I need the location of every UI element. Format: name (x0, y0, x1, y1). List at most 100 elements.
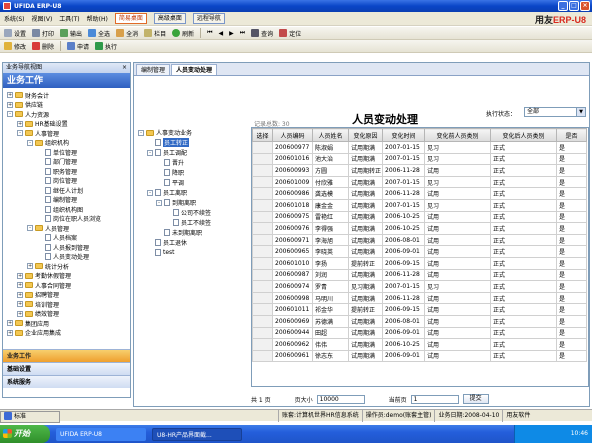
expand-icon[interactable]: + (27, 263, 33, 269)
table-row[interactable]: 200600975 雷艳红 试用期满 2006-10-25 试用 正式是 (252, 210, 587, 224)
collapse-icon[interactable]: - (27, 139, 33, 146)
menu-view[interactable]: 视图(V) (32, 14, 53, 23)
expand-icon[interactable]: + (7, 101, 13, 108)
nav-tree-item[interactable]: + HR基础设置 (17, 120, 68, 128)
nav-tree-item[interactable]: + 绩效管理 (17, 310, 59, 318)
apply-button[interactable]: 申请 (67, 42, 89, 51)
expand-icon[interactable]: + (17, 301, 23, 307)
delete-button[interactable]: 删除 (32, 42, 54, 51)
select-cell[interactable] (252, 303, 273, 316)
maximize-button[interactable]: □ (569, 1, 579, 11)
nav-tree-item[interactable]: 人员档案 (37, 234, 77, 242)
deselect-all-button[interactable]: 全消 (116, 29, 138, 38)
table-row[interactable]: 200600962 伟伟 试用期满 2006-10-25 试用 正式是 (252, 338, 587, 351)
execute-button[interactable]: 执行 (95, 42, 117, 51)
expand-icon[interactable]: + (17, 282, 23, 288)
nav-tree-item[interactable]: 继任人计划 (37, 186, 83, 195)
select-cell[interactable] (252, 233, 273, 247)
table-row[interactable]: 200600987 刘润 试用期满 2006-11-28 试用 正式是 (252, 268, 587, 282)
nav-section-system-service[interactable]: 系统服务 (3, 375, 130, 388)
column-header[interactable]: 是否 (556, 128, 587, 142)
nav-tree-item[interactable]: + 考勤休假管理 (17, 272, 71, 280)
nav-tree-item[interactable]: 组织机构图 (37, 205, 83, 214)
column-header[interactable]: 变化时间 (382, 128, 425, 142)
select-cell[interactable] (252, 326, 273, 340)
table-row[interactable]: 200600974 罗青 见习期满 2007-01-15 见习 正式是 (252, 280, 587, 293)
nav-section-basic-settings[interactable]: 基础设置 (3, 362, 130, 375)
table-row[interactable]: 200600944 田超 试用期满 2006-09-01 试用 正式是 (252, 326, 587, 340)
nav-tree-item[interactable]: + 招聘管理 (17, 291, 59, 299)
table-row[interactable]: 200600969 苏德满 试用期满 2006-08-01 试用 正式是 (252, 314, 587, 328)
change-type-item[interactable]: 员工退休 (147, 238, 187, 247)
minimize-button[interactable]: _ (558, 1, 568, 11)
nav-tree-item[interactable]: + 培训管理 (17, 300, 59, 309)
column-header[interactable]: 变化后人员类别 (490, 128, 557, 142)
column-header[interactable]: 变化前人员类别 (424, 128, 491, 142)
select-cell[interactable] (252, 349, 273, 363)
nav-tree-item[interactable]: + 人事合同管理 (17, 281, 71, 290)
select-cell[interactable] (252, 222, 273, 235)
select-cell[interactable] (252, 268, 273, 282)
menu-system[interactable]: 系统(S) (4, 14, 25, 23)
columns-button[interactable]: 栏目 (144, 29, 166, 38)
change-type-item[interactable]: 平调 (156, 178, 184, 187)
select-cell[interactable] (252, 198, 273, 212)
change-type-item[interactable]: - 人事变动业务 (138, 128, 192, 137)
nav-tree-item[interactable]: + 供应链 (7, 101, 43, 109)
nav-tree-item[interactable]: 岗位在职人员浏览 (37, 215, 101, 223)
query-button[interactable]: 查询 (251, 29, 273, 38)
nav-tree-item[interactable]: - 组织机构 (27, 139, 69, 147)
table-row[interactable]: 200600977 陈淑娟 试用期满 2007-01-15 见习 正式是 (252, 141, 587, 154)
collapse-icon[interactable]: - (7, 111, 13, 117)
select-cell[interactable] (252, 210, 273, 224)
nav-last-button[interactable]: ⏭ (240, 29, 245, 37)
taskbar-item-erp[interactable]: UFIDA ERP-U8 (56, 427, 146, 441)
expand-icon[interactable]: + (7, 320, 13, 326)
select-cell[interactable] (252, 141, 273, 154)
column-header[interactable]: 人员编码 (272, 128, 313, 142)
nav-tree-item[interactable]: + 企业应用集成 (7, 329, 61, 337)
ime-bar[interactable]: 标准 (0, 411, 60, 423)
select-cell[interactable] (252, 291, 273, 305)
exec-status-select[interactable]: 全部 ▼ (524, 107, 586, 117)
refresh-button[interactable]: 刷新 (172, 29, 194, 38)
edit-button[interactable]: 修改 (4, 42, 26, 51)
nav-tree-item[interactable]: + 集团应用 (7, 319, 49, 328)
taskbar-item-screenshot[interactable]: U8-HR产品界面截... (152, 427, 242, 441)
table-row[interactable]: 200600965 李晓英 试用期满 2006-09-01 试用 正式是 (252, 245, 587, 258)
select-cell[interactable] (252, 187, 273, 200)
select-cell[interactable] (252, 152, 273, 166)
table-row[interactable]: 200601010 李扬 提前转正 2006-09-15 试用 正式是 (252, 256, 587, 270)
select-cell[interactable] (252, 164, 273, 177)
nav-tree-item[interactable]: 编制管理 (37, 196, 77, 204)
current-page-input[interactable]: 1 (410, 394, 459, 404)
collapse-icon[interactable]: - (138, 129, 144, 136)
settings-button[interactable]: 设置 (4, 29, 26, 38)
tab-personnel-change[interactable]: 人员变动处理 (171, 64, 218, 75)
change-type-item[interactable]: test (147, 248, 175, 257)
expand-icon[interactable]: + (17, 272, 23, 279)
select-cell[interactable] (252, 245, 273, 258)
change-type-item[interactable]: 公司不续签 (165, 208, 211, 217)
nav-tree-item[interactable]: 岗位管理 (37, 177, 77, 185)
table-row[interactable]: 200601016 池大治 试用期满 2007-01-15 见习 正式是 (252, 152, 587, 166)
nav-tree-item[interactable]: 人员变动处理 (37, 253, 89, 261)
nav-tree-item[interactable]: - 人力资源 (7, 110, 49, 119)
nav-section-business[interactable]: 业务工作 (3, 349, 130, 362)
select-cell[interactable] (252, 256, 273, 270)
submit-button[interactable]: 提交 (462, 394, 489, 404)
tab-simple-desktop[interactable]: 简易桌面 (114, 13, 147, 24)
table-row[interactable]: 200600986 龚选模 试用期满 2006-11-28 试用 正式是 (252, 187, 587, 200)
change-type-item[interactable]: 晋升 (156, 158, 184, 167)
print-button[interactable]: 打印 (32, 29, 54, 38)
tab-establishment[interactable]: 编制管理 (136, 64, 171, 75)
table-row[interactable]: 200600961 徐志东 试用期满 2006-09-01 试用 正式是 (252, 349, 587, 363)
export-button[interactable]: 输出 (60, 29, 82, 38)
change-type-item[interactable]: 员工不续签 (165, 218, 211, 227)
start-button[interactable]: 开始 (0, 425, 50, 443)
nav-tree-item[interactable]: 人员报到管理 (37, 243, 89, 252)
select-cell[interactable] (252, 314, 273, 328)
nav-next-button[interactable]: ▶ (229, 30, 234, 37)
expand-icon[interactable]: + (7, 92, 13, 98)
tab-advanced-desktop[interactable]: 高级桌面 (153, 13, 186, 24)
